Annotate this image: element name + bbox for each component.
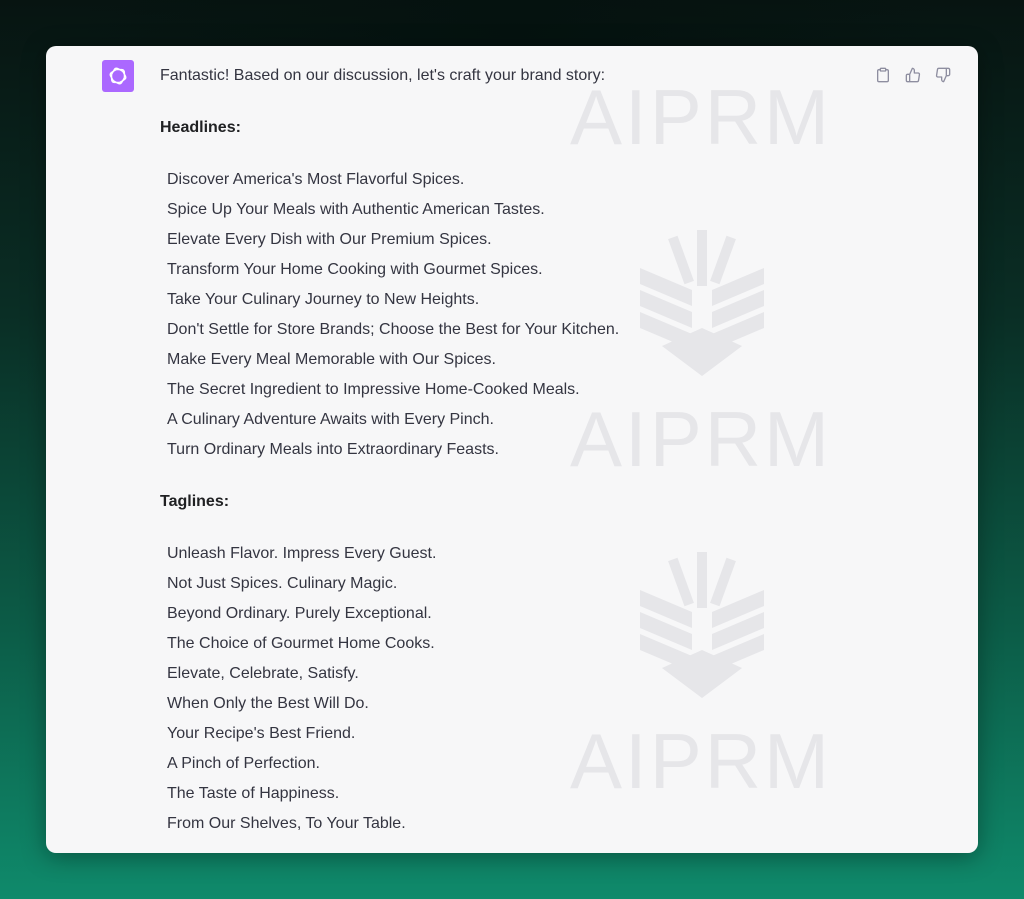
watermark-logo-icon <box>640 552 764 698</box>
thumbs-up-icon <box>905 67 921 83</box>
taglines-heading: Taglines: <box>160 493 230 510</box>
assistant-avatar <box>102 60 134 92</box>
headline-item: Discover America's Most Flavorful Spices… <box>167 171 465 188</box>
headline-item: A Culinary Adventure Awaits with Every P… <box>167 411 494 428</box>
tagline-item: The Choice of Gourmet Home Cooks. <box>167 635 435 652</box>
taglines-list: Unleash Flavor. Impress Every Guest. Not… <box>167 539 436 839</box>
thumbs-down-icon <box>935 67 951 83</box>
headline-item: Turn Ordinary Meals into Extraordinary F… <box>167 441 499 458</box>
headline-item: Make Every Meal Memorable with Our Spice… <box>167 351 496 368</box>
watermark-logo-icon <box>640 230 764 376</box>
headline-item: Elevate Every Dish with Our Premium Spic… <box>167 231 492 248</box>
tagline-item: When Only the Best Will Do. <box>167 695 369 712</box>
headline-item: Don't Settle for Store Brands; Choose th… <box>167 321 620 338</box>
tagline-item: Elevate, Celebrate, Satisfy. <box>167 665 359 682</box>
watermark-text: AIPRM <box>570 73 833 161</box>
tagline-item: Beyond Ordinary. Purely Exceptional. <box>167 605 432 622</box>
clipboard-icon <box>877 67 889 83</box>
tagline-item: Your Recipe's Best Friend. <box>167 725 356 742</box>
headline-item: Spice Up Your Meals with Authentic Ameri… <box>167 201 545 218</box>
watermark-text: AIPRM <box>570 717 833 805</box>
headlines-list: Discover America's Most Flavorful Spices… <box>167 165 619 465</box>
chat-message-card: AIPRM AIPRM AIPRM Fantastic! Based on ou… <box>46 46 978 853</box>
message-intro: Fantastic! Based on our discussion, let'… <box>160 67 606 84</box>
like-button[interactable] <box>902 64 924 86</box>
headline-item: Transform Your Home Cooking with Gourmet… <box>167 261 543 278</box>
copy-button[interactable] <box>872 64 894 86</box>
tagline-item: From Our Shelves, To Your Table. <box>167 815 406 832</box>
tagline-item: Not Just Spices. Culinary Magic. <box>167 575 398 592</box>
dislike-button[interactable] <box>932 64 954 86</box>
message-actions <box>872 64 954 86</box>
headline-item: Take Your Culinary Journey to New Height… <box>167 291 480 308</box>
openai-logo-icon <box>109 67 127 85</box>
tagline-item: Unleash Flavor. Impress Every Guest. <box>167 545 437 562</box>
headlines-heading: Headlines: <box>160 119 241 136</box>
headline-item: The Secret Ingredient to Impressive Home… <box>167 381 580 398</box>
tagline-item: A Pinch of Perfection. <box>167 755 320 772</box>
tagline-item: The Taste of Happiness. <box>167 785 340 802</box>
